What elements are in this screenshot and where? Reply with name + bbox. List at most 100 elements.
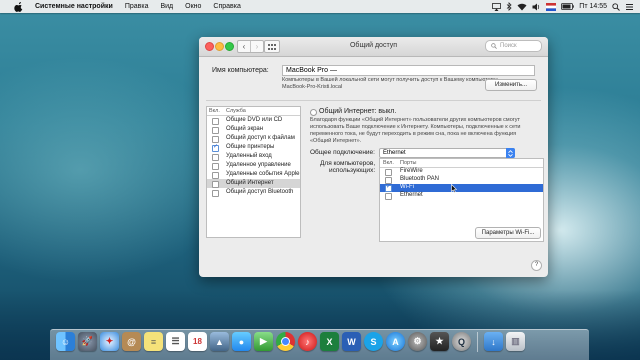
service-item-remote-login[interactable]: Удаленный вход xyxy=(207,152,300,161)
name-info-line2: MacBook-Pro-Kristi.local xyxy=(282,84,343,90)
port-item-ethernet[interactable]: Ethernet xyxy=(380,192,543,200)
service-label: Общие принтеры xyxy=(226,144,275,150)
menu-edit[interactable]: Правка xyxy=(125,3,149,10)
name-info-line1: Компьютеры в Вашей локальной сети могут … xyxy=(282,77,499,83)
description-line1: Благодаря функции «Общий Интернет» польз… xyxy=(310,117,521,123)
service-item-printers[interactable]: Общие принтеры xyxy=(207,143,300,152)
excel-icon[interactable]: X xyxy=(320,332,339,351)
bluetooth-icon[interactable] xyxy=(506,2,512,11)
wifi-icon[interactable] xyxy=(517,3,527,11)
service-item-remote-management[interactable]: Удаленное управление xyxy=(207,161,300,170)
port-label: Ethernet xyxy=(400,192,423,198)
menu-app-name[interactable]: Системные настройки xyxy=(35,3,113,10)
quicktime-icon[interactable]: Q xyxy=(452,332,471,351)
internet-sharing-status: Общий Интернет: выкл. xyxy=(319,108,397,115)
port-item-wifi[interactable]: Wi-Fi xyxy=(380,183,543,193)
service-item-bluetooth[interactable]: Общий доступ Bluetooth xyxy=(207,188,300,197)
downloads-icon[interactable]: ↓ xyxy=(484,332,503,351)
search-icon[interactable] xyxy=(612,2,620,11)
appstore-icon[interactable]: A xyxy=(386,332,405,351)
port-checkbox[interactable] xyxy=(385,169,392,176)
notification-center-icon[interactable] xyxy=(625,3,634,11)
service-checkbox[interactable] xyxy=(212,163,219,170)
service-label: Общий доступ Bluetooth xyxy=(226,189,294,195)
service-checkbox[interactable] xyxy=(212,154,219,161)
window-titlebar[interactable]: ‹ › Общий доступ Поиск xyxy=(199,37,548,57)
dock-icons: ☺ 🚀 ✦ @ ≡ ☰ 18 ▲ ● ▶ ♪ X W S A ⚙ ★ Q ↓ ▥ xyxy=(56,332,525,352)
services-list: Вкл. Служба Общие DVD или CD Общий экран… xyxy=(206,106,301,238)
port-checkbox[interactable] xyxy=(385,193,392,200)
service-checkbox[interactable] xyxy=(212,181,219,188)
computer-name-label: Имя компьютера: xyxy=(212,67,269,74)
service-label: Общий Интернет xyxy=(226,180,274,186)
facetime-icon[interactable]: ▶ xyxy=(254,332,273,351)
trash-icon[interactable]: ▥ xyxy=(506,332,525,351)
dock-separator xyxy=(477,332,478,352)
service-item-dvd[interactable]: Общие DVD или CD xyxy=(207,116,300,125)
photo-icon[interactable]: ▲ xyxy=(210,332,229,351)
service-item-files[interactable]: Общий доступ к файлам xyxy=(207,134,300,143)
menu-help[interactable]: Справка xyxy=(213,3,240,10)
word-icon[interactable]: W xyxy=(342,332,361,351)
ports-header-on: Вкл. xyxy=(383,160,394,166)
description-line3: переменного тока, не будут переходить в … xyxy=(310,131,517,137)
contacts-icon[interactable]: @ xyxy=(122,332,141,351)
finder-icon[interactable]: ☺ xyxy=(56,332,75,351)
desktop: Системные настройки Правка Вид Окно Спра… xyxy=(0,0,640,360)
service-label: Удаленное управление xyxy=(226,162,291,168)
share-from-select[interactable]: Ethernet xyxy=(379,148,515,158)
change-name-button[interactable]: Изменить... xyxy=(485,79,537,91)
service-checkbox[interactable] xyxy=(212,127,219,134)
menu-bar: Системные настройки Правка Вид Окно Спра… xyxy=(0,0,640,13)
skype-icon[interactable]: S xyxy=(364,332,383,351)
volume-icon[interactable] xyxy=(532,3,541,11)
itunes-icon[interactable]: ♪ xyxy=(298,332,317,351)
search-field[interactable]: Поиск xyxy=(485,40,542,52)
menu-view[interactable]: Вид xyxy=(160,3,173,10)
calendar-icon[interactable]: 18 xyxy=(188,332,207,351)
port-label: FireWire xyxy=(400,168,423,174)
computer-name-field[interactable]: MacBook Pro — xyxy=(282,65,535,76)
battery-icon[interactable] xyxy=(561,3,575,10)
service-item-screen[interactable]: Общий экран xyxy=(207,125,300,134)
share-from-value: Ethernet xyxy=(383,150,406,156)
apple-menu-icon[interactable] xyxy=(14,1,24,12)
service-checkbox[interactable] xyxy=(212,172,219,179)
menu-clock[interactable]: Пт 14:55 xyxy=(579,3,607,10)
imovie-icon[interactable]: ★ xyxy=(430,332,449,351)
service-item-internet-sharing[interactable]: Общий Интернет xyxy=(207,179,300,188)
port-label: Bluetooth PAN xyxy=(400,176,439,182)
service-label: Общий доступ к файлам xyxy=(226,135,295,141)
service-checkbox[interactable] xyxy=(212,136,219,143)
service-checkbox[interactable] xyxy=(212,118,219,125)
description-line4: «Общий Интернет». xyxy=(310,138,362,144)
search-placeholder: Поиск xyxy=(500,43,517,49)
search-icon xyxy=(491,43,497,49)
services-header-on: Вкл. xyxy=(209,108,220,114)
notes-icon[interactable]: ≡ xyxy=(144,332,163,351)
keyboard-layout-icon[interactable] xyxy=(546,2,557,11)
service-checkbox[interactable] xyxy=(212,190,219,197)
wifi-options-button[interactable]: Параметры Wi-Fi... xyxy=(475,227,541,239)
service-item-apple-events[interactable]: Удаленные события Apple xyxy=(207,170,300,179)
system-preferences-icon[interactable]: ⚙ xyxy=(408,332,427,351)
services-header: Вкл. Служба xyxy=(207,107,300,116)
port-checkbox[interactable] xyxy=(385,183,392,192)
help-button[interactable]: ? xyxy=(531,260,542,271)
service-checkbox[interactable] xyxy=(212,143,219,152)
safari-icon[interactable]: ✦ xyxy=(100,332,119,351)
services-header-service: Служба xyxy=(226,108,246,114)
port-item-firewire[interactable]: FireWire xyxy=(380,168,543,176)
to-computers-label-2: использующих: xyxy=(329,167,376,174)
status-indicator-icon xyxy=(310,109,317,116)
reminders-icon[interactable]: ☰ xyxy=(166,332,185,351)
port-label: Wi-Fi xyxy=(400,184,414,190)
chrome-icon[interactable] xyxy=(276,332,295,351)
menu-window[interactable]: Окно xyxy=(185,3,201,10)
chevron-updown-icon xyxy=(506,148,515,158)
launchpad-icon[interactable]: 🚀 xyxy=(78,332,97,351)
airplay-icon[interactable] xyxy=(492,2,502,11)
messages-icon[interactable]: ● xyxy=(232,332,251,351)
port-item-bluetooth-pan[interactable]: Bluetooth PAN xyxy=(380,176,543,184)
ports-header-ports: Порты xyxy=(400,160,417,166)
